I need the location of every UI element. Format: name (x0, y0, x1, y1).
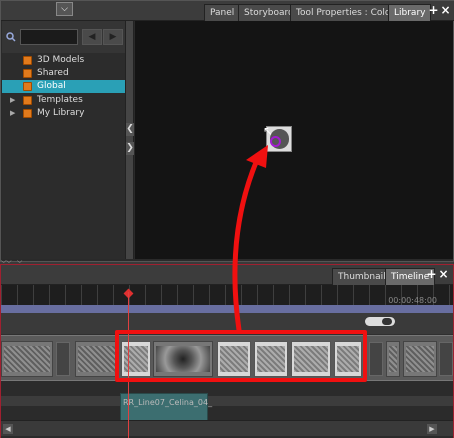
tab-library[interactable]: Library (388, 4, 432, 21)
panel-splitter[interactable]: ❮ ❯ (125, 21, 134, 259)
ruler-ticks (1, 285, 453, 305)
mouse-cursor-icon: ↖ (263, 124, 274, 138)
panel-thumbnail[interactable] (403, 341, 437, 377)
search-input[interactable] (20, 29, 78, 45)
scroll-left-icon[interactable]: ◀ (3, 424, 13, 434)
time-ruler[interactable]: 00:00:48:00 (1, 285, 453, 305)
tree-item-my-library[interactable]: ▶ My Library (2, 107, 126, 120)
panel-thumbnail[interactable] (369, 342, 383, 376)
library-tree-panel: ◀ ▶ 3D Models Shared Global ▶ Templates … (2, 21, 126, 259)
library-tabbar: ⌵ Panel Storyboard Tool Properties : Col… (1, 1, 454, 21)
tree-item-label: Templates (37, 95, 83, 105)
folder-icon (23, 69, 32, 78)
add-tab-icon[interactable]: + (426, 268, 437, 282)
tree-item-label: Global (37, 81, 66, 91)
highlight-box (115, 330, 367, 382)
tree-item-label: My Library (37, 108, 85, 118)
horizontal-scrollbar[interactable]: ◀ ▶ (1, 420, 453, 436)
close-icon[interactable]: × (438, 268, 449, 282)
tree-item-global[interactable]: Global (2, 80, 126, 93)
close-icon[interactable]: × (440, 4, 451, 18)
library-search-bar: ◀ ▶ (2, 21, 126, 53)
folder-icon (23, 109, 32, 118)
library-content-area[interactable]: ↖ (135, 21, 453, 259)
panel-thumbnail[interactable] (1, 341, 53, 377)
timeline-range-bar[interactable] (1, 305, 453, 313)
tab-dropdown-icon[interactable]: ⌵ (56, 2, 73, 16)
library-window: ⌵ Panel Storyboard Tool Properties : Col… (0, 0, 454, 262)
panel-thumbnail[interactable] (439, 342, 453, 376)
expand-icon[interactable]: ▶ (10, 107, 15, 120)
track-divider (1, 396, 453, 406)
timeline-tabbar: Thumbnails Timeline + × (1, 265, 453, 285)
folder-icon (23, 96, 32, 105)
chevron-right-icon[interactable]: ❯ (126, 142, 134, 155)
sound-clip-label: RR_Line07_Celina_04_ (123, 398, 213, 407)
panel-thumbnail[interactable] (386, 341, 400, 377)
panel-thumbnail[interactable] (75, 341, 119, 377)
zoom-slider-handle[interactable] (382, 318, 392, 325)
scroll-right-icon[interactable]: ▶ (427, 424, 437, 434)
tree-item-templates[interactable]: ▶ Templates (2, 94, 126, 107)
expand-icon[interactable]: ▶ (10, 94, 15, 107)
tab-panel[interactable]: Panel (204, 4, 241, 21)
tree-item-shared[interactable]: Shared (2, 67, 126, 80)
tree-item-label: Shared (37, 68, 69, 78)
panel-thumbnail[interactable] (56, 342, 70, 376)
search-icon (6, 32, 16, 42)
add-tab-icon[interactable]: + (428, 4, 439, 18)
forward-button[interactable]: ▶ (103, 29, 123, 45)
folder-icon (23, 82, 32, 91)
tree-item-3d-models[interactable]: 3D Models (2, 54, 126, 67)
back-button[interactable]: ◀ (82, 29, 102, 45)
chevron-left-icon[interactable]: ❮ (126, 123, 134, 136)
timecode-label: 00:00:48:00 (388, 296, 437, 305)
tree-item-label: 3D Models (37, 55, 85, 65)
folder-icon (23, 56, 32, 65)
